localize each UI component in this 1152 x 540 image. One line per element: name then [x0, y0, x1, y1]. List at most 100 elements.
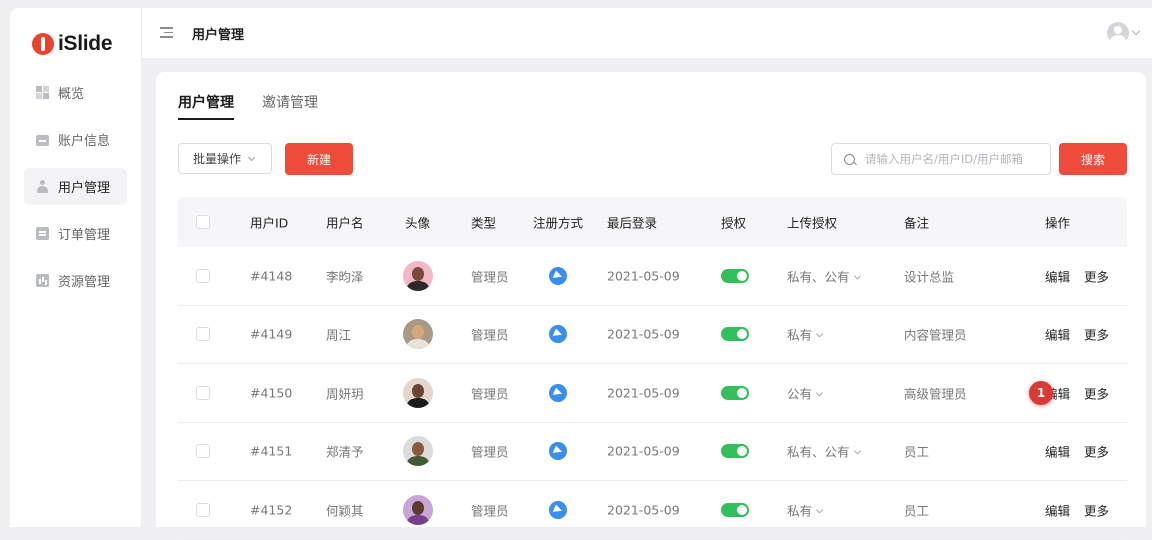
authorization-toggle[interactable] [721, 502, 749, 517]
avatar [403, 494, 433, 525]
register-method-icon [549, 383, 567, 402]
authorization-toggle[interactable] [721, 327, 749, 342]
user-type: 管理员 [471, 269, 509, 285]
batch-actions-dropdown[interactable]: 批量操作 [178, 143, 272, 174]
user-id: #4149 [250, 326, 293, 342]
upload-permission-select[interactable]: 私有、公有 [787, 266, 861, 285]
sidebar: iSlide 概览 账户信息 用户管理 订单管理 资源管理 [10, 8, 142, 527]
annotation-badge: 1 [1029, 380, 1053, 405]
sidebar-item-overview[interactable]: 概览 [24, 74, 127, 111]
user-name: 郑清予 [326, 444, 364, 460]
upload-permission-value: 私有 [787, 503, 813, 519]
sidebar-item-label: 资源管理 [58, 275, 111, 290]
sidebar-item-label: 用户管理 [58, 181, 111, 196]
row-checkbox[interactable] [196, 327, 210, 342]
avatar[interactable] [1107, 22, 1129, 44]
edit-link[interactable]: 编辑 [1045, 325, 1070, 344]
more-link[interactable]: 更多 [1084, 266, 1109, 285]
edit-link[interactable]: 编辑 [1045, 266, 1070, 285]
row-checkbox[interactable] [196, 268, 210, 283]
edit-link[interactable]: 编辑 [1045, 442, 1070, 461]
search-box [831, 143, 1051, 175]
chevron-down-icon [815, 389, 824, 397]
user-id: #4148 [250, 268, 293, 284]
avatar [403, 436, 433, 467]
column-header: 用户ID [250, 215, 289, 231]
sidebar-nav: 概览 账户信息 用户管理 订单管理 资源管理 [24, 74, 127, 309]
avatar [403, 377, 433, 408]
search-input[interactable] [865, 152, 1045, 166]
new-button[interactable]: 新建 [285, 143, 353, 175]
upload-permission-value: 公有 [787, 386, 813, 402]
more-link[interactable]: 更多 [1084, 442, 1109, 461]
sidebar-item-label: 订单管理 [58, 228, 111, 243]
authorization-toggle[interactable] [721, 444, 749, 459]
column-header: 授权 [721, 215, 747, 231]
user-type: 管理员 [471, 444, 509, 460]
user-type: 管理员 [471, 327, 509, 343]
upload-permission-select[interactable]: 私有、公有 [787, 442, 861, 461]
clipboard-icon [36, 227, 49, 240]
page-title: 用户管理 [192, 28, 245, 43]
tab-user-management[interactable]: 用户管理 [178, 92, 234, 120]
column-header: 最后登录 [607, 215, 658, 231]
sidebar-item-account[interactable]: 账户信息 [24, 121, 127, 158]
edit-link[interactable]: 编辑 [1045, 500, 1070, 519]
last-login: 2021-05-09 [607, 502, 680, 518]
avatar [403, 319, 433, 350]
upload-permission-select[interactable]: 私有 [787, 500, 824, 519]
upload-permission-select[interactable]: 私有 [787, 325, 824, 344]
chevron-down-icon [853, 272, 861, 280]
more-link[interactable]: 更多 [1084, 383, 1109, 402]
upload-permission-select[interactable]: 公有 [787, 383, 824, 402]
user-name: 周妍玥 [326, 386, 364, 402]
table-header: 用户ID 用户名 头像 类型 注册方式 最后登录 授权 上传授权 备注 操作 [178, 197, 1127, 247]
chevron-down-icon[interactable] [1131, 26, 1141, 36]
menu-collapse-icon[interactable] [160, 27, 173, 38]
upload-permission-value: 私有 [787, 327, 813, 343]
sidebar-item-resources[interactable]: 资源管理 [24, 262, 127, 299]
row-checkbox[interactable] [196, 502, 210, 517]
register-method-icon [549, 442, 567, 461]
chevron-down-icon [815, 506, 824, 514]
column-header: 上传授权 [787, 215, 838, 231]
register-method-icon [549, 266, 567, 285]
column-header: 类型 [471, 215, 497, 231]
upload-permission-value: 私有、公有 [787, 269, 850, 285]
note: 高级管理员 [904, 386, 967, 402]
authorization-toggle[interactable] [721, 385, 749, 400]
user-id: #4151 [250, 443, 293, 459]
search-button[interactable]: 搜索 [1059, 143, 1127, 175]
logo[interactable]: iSlide [32, 30, 113, 58]
register-method-icon [549, 325, 567, 344]
table-row: #4152 何颖其 管理员 2021-05-09 私有 员工 编辑 更多 [178, 481, 1127, 540]
row-checkbox[interactable] [196, 385, 210, 400]
logo-icon [32, 33, 54, 55]
logo-text: iSlide [58, 32, 113, 55]
avatar [403, 260, 433, 291]
row-checkbox[interactable] [196, 444, 210, 459]
more-link[interactable]: 更多 [1084, 500, 1109, 519]
last-login: 2021-05-09 [607, 268, 680, 284]
user-id: #4150 [250, 385, 293, 401]
user-name: 周江 [326, 327, 352, 343]
user-id: #4152 [250, 502, 293, 518]
user-type: 管理员 [471, 503, 509, 519]
more-link[interactable]: 更多 [1084, 325, 1109, 344]
column-header: 备注 [904, 215, 930, 231]
sidebar-item-users[interactable]: 用户管理 [24, 168, 127, 205]
register-method-icon [549, 500, 567, 519]
tab-invite-management[interactable]: 邀请管理 [262, 92, 318, 120]
top-bar: 用户管理 [142, 8, 1152, 59]
note: 设计总监 [904, 269, 955, 285]
user-type: 管理员 [471, 386, 509, 402]
table-row: #4150 周妍玥 管理员 2021-05-09 公有 高级管理员 编辑 更多 … [178, 364, 1127, 423]
select-all-checkbox[interactable] [196, 215, 210, 229]
sidebar-item-label: 账户信息 [58, 134, 111, 149]
sidebar-item-orders[interactable]: 订单管理 [24, 215, 127, 252]
chevron-down-icon [247, 153, 256, 161]
authorization-toggle[interactable] [721, 268, 749, 283]
note: 员工 [904, 444, 930, 460]
tabs: 用户管理 邀请管理 [178, 92, 346, 120]
upload-permission-value: 私有、公有 [787, 444, 850, 460]
